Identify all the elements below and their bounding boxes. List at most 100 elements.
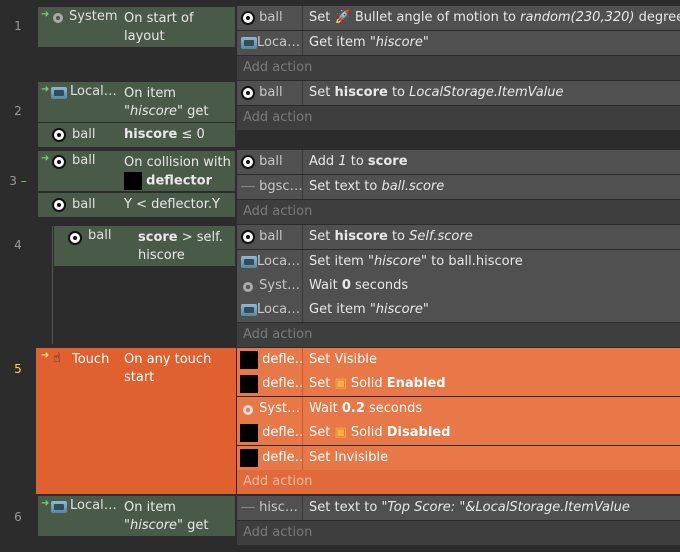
action-object-name: bgsc… xyxy=(259,179,303,194)
action-text: Solid xyxy=(350,376,387,391)
action-verb: Set text to xyxy=(309,179,382,194)
action-text: Solid xyxy=(350,425,387,440)
event-3-condition-object[interactable]: ➜ ball xyxy=(38,151,120,191)
deflector-icon xyxy=(240,423,258,442)
event-number-1: 1 xyxy=(14,19,22,33)
deflector-icon xyxy=(240,374,258,393)
condition-object-name: ball xyxy=(88,228,112,243)
action-row[interactable]: ball Set 🚀 Bullet angle of motion to ran… xyxy=(237,6,680,30)
action-row[interactable]: defle… Set ▣ Solid Disabled xyxy=(237,421,680,445)
add-action-button[interactable]: Add action xyxy=(237,200,680,224)
event-1-condition[interactable]: On start of layout xyxy=(120,7,235,47)
action-object-name: Syst… xyxy=(259,278,300,293)
condition-var: hiscore xyxy=(124,127,178,142)
action-text: Set Visible xyxy=(309,352,377,367)
action-text: Set Invisible xyxy=(309,450,389,465)
action-object-name: hisc… xyxy=(259,500,298,515)
solid-behavior-icon: ▣ xyxy=(334,376,347,391)
event-4-condition-object[interactable]: ball xyxy=(54,226,134,266)
add-action-button[interactable]: Add action xyxy=(237,323,680,347)
event-3-condition2[interactable]: Y < deflector.Y xyxy=(120,193,235,217)
action-param: "hiscore" xyxy=(369,302,429,317)
action-row[interactable]: defle… Set Invisible xyxy=(237,446,680,470)
action-value: 0.2 xyxy=(341,401,365,416)
action-text: to xyxy=(387,85,410,100)
action-param: Self.score xyxy=(409,229,473,244)
event-2-condition2-object[interactable]: ball xyxy=(38,123,120,147)
action-row[interactable]: ball Set hiscore to LocalStorage.ItemVal… xyxy=(237,81,680,105)
action-value: Enabled xyxy=(386,376,446,391)
event-5-condition[interactable]: On any touch start xyxy=(120,348,235,388)
action-row[interactable]: hisc… Set text to "Top Score: "&LocalSto… xyxy=(237,496,680,520)
action-verb: Wait xyxy=(309,401,342,416)
trigger-arrow-icon: ➜ xyxy=(41,84,50,95)
condition-text-tail: get xyxy=(183,104,209,119)
action-value: Disabled xyxy=(386,425,451,440)
ball-icon xyxy=(241,85,255,100)
trigger-arrow-icon: ➜ xyxy=(41,498,50,509)
action-verb: Set xyxy=(309,85,335,100)
condition-object-name: System xyxy=(69,9,118,24)
ball-icon xyxy=(241,154,255,169)
add-action-button[interactable]: Add action xyxy=(237,56,680,80)
add-action-button[interactable]: Add action xyxy=(237,106,680,130)
condition-param: "hiscore" xyxy=(124,518,184,533)
add-action-button[interactable]: Add action xyxy=(237,521,680,545)
action-row[interactable]: Loca… Get item "hiscore" xyxy=(237,31,680,55)
action-param: ball.score xyxy=(381,179,445,194)
action-row[interactable]: Syst… Wait 0.2 seconds xyxy=(237,397,680,421)
action-verb: Add xyxy=(309,154,339,169)
event-6-condition-object[interactable]: ➜ Local… xyxy=(38,496,120,536)
event-2-condition2[interactable]: hiscore ≤ 0 xyxy=(120,123,235,147)
event-2-condition-object[interactable]: ➜ Local… xyxy=(38,82,120,122)
event-5-condition-object[interactable]: ➜ ☝ Touch xyxy=(38,348,120,388)
action-row[interactable]: bgsc… Set text to ball.score xyxy=(237,175,680,199)
event-1-condition-object[interactable]: ➜ System xyxy=(38,7,120,47)
condition-text: On collision with xyxy=(124,155,231,170)
gear-icon xyxy=(51,11,65,25)
action-row[interactable]: Loca… Set item "hiscore" to ball.hiscore xyxy=(237,250,680,274)
condition-object-name: ball xyxy=(72,127,96,142)
gear-icon xyxy=(241,402,255,416)
deflector-icon xyxy=(240,448,258,467)
condition-object-name: Local… xyxy=(70,498,117,513)
action-row[interactable]: ball Add 1 to score xyxy=(237,150,680,174)
action-row[interactable]: defle… Set Visible xyxy=(237,348,680,372)
condition-text: > self. xyxy=(177,230,223,245)
gear-icon xyxy=(241,279,255,293)
action-row[interactable]: ball Set hiscore to Self.score xyxy=(237,225,680,249)
event-number-6: 6 xyxy=(14,510,22,524)
action-text: seconds xyxy=(350,278,409,293)
action-verb: Wait xyxy=(309,278,342,293)
deflector-icon xyxy=(124,172,142,190)
action-text: Bullet angle of motion to xyxy=(354,10,521,25)
event-number-2: 2 xyxy=(14,104,22,118)
condition-text-tail: hiscore xyxy=(138,248,185,263)
action-object-name: ball xyxy=(259,85,283,100)
action-verb: Set xyxy=(309,10,331,25)
ball-icon xyxy=(52,155,66,169)
event-6-condition[interactable]: On item "hiscore" get xyxy=(120,496,235,536)
condition-object-name: Touch xyxy=(72,352,110,367)
event-3-condition2-object[interactable]: ball xyxy=(38,193,120,217)
action-param: "hiscore" xyxy=(367,254,428,269)
action-verb: Set text to xyxy=(309,500,382,515)
action-row[interactable]: Syst… Wait 0 seconds xyxy=(237,274,680,298)
action-row[interactable]: Loca… Get item "hiscore" xyxy=(237,298,680,322)
action-value: 0 xyxy=(341,278,351,293)
event-2-condition[interactable]: On item "hiscore" get xyxy=(120,82,235,122)
event-number-4: 4 xyxy=(14,238,22,252)
event-4-condition[interactable]: score > self. hiscore xyxy=(134,226,235,266)
action-row[interactable]: defle… Set ▣ Solid Enabled xyxy=(237,372,680,396)
action-object-name: defle… xyxy=(262,425,302,440)
condition-object: deflector xyxy=(146,173,212,189)
action-verb: Set item xyxy=(309,254,368,269)
action-var: score xyxy=(367,154,408,169)
action-var: hiscore xyxy=(334,85,388,100)
ball-icon xyxy=(241,229,255,244)
action-object-name: ball xyxy=(259,154,283,169)
add-action-button[interactable]: Add action xyxy=(237,470,680,494)
local-storage-icon xyxy=(51,87,67,99)
event-3-condition[interactable]: On collision with deflector xyxy=(120,151,235,191)
event-number-3: 3 – xyxy=(9,174,27,188)
